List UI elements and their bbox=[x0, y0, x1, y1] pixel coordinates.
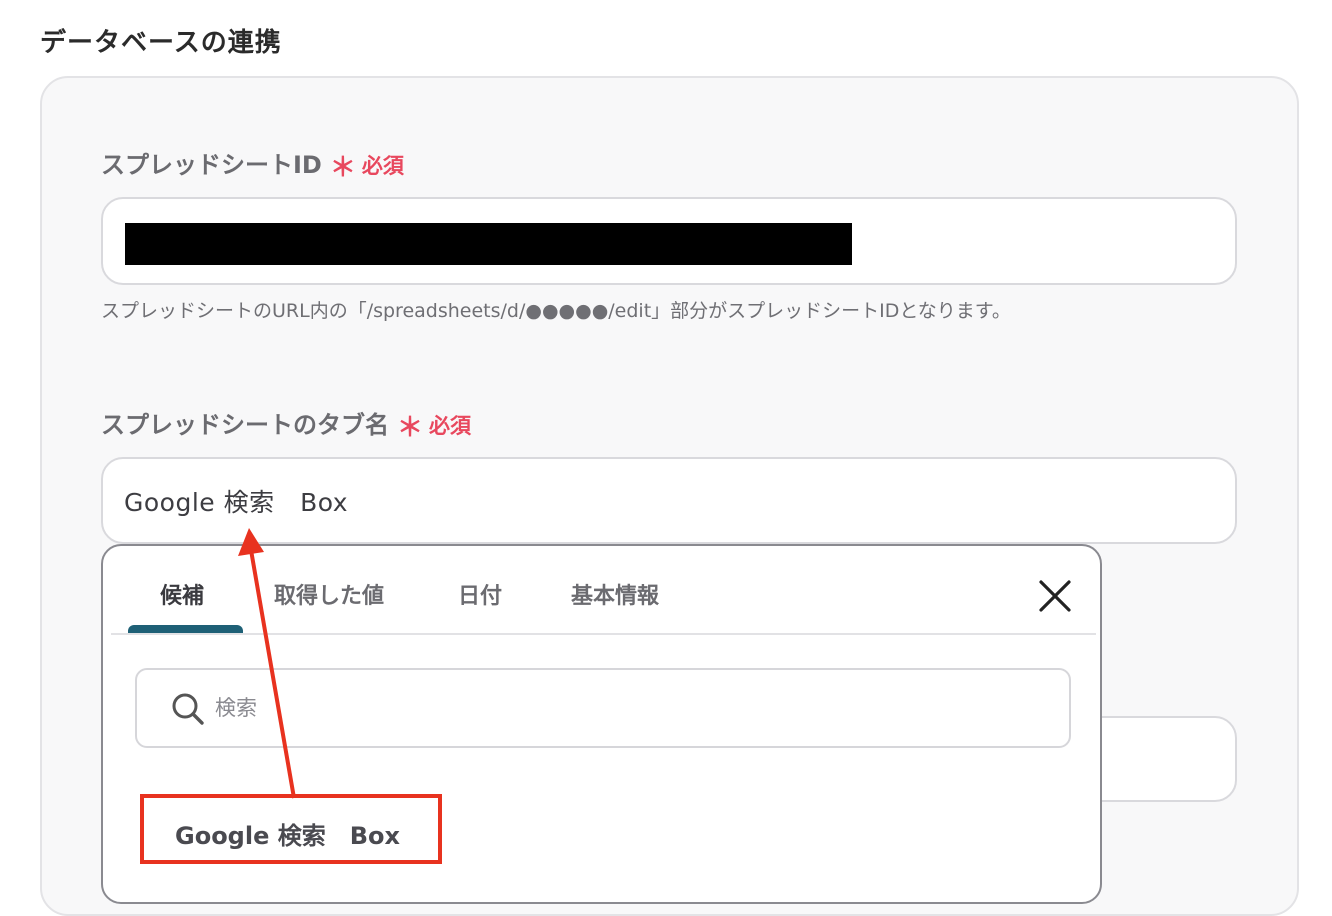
spreadsheet-id-label-text: スプレッドシートID bbox=[101, 151, 322, 179]
required-star-icon: ＊ bbox=[397, 413, 424, 443]
tab-divider bbox=[111, 633, 1096, 635]
tab-date[interactable]: 日付 bbox=[458, 578, 502, 610]
spreadsheet-id-input[interactable] bbox=[101, 197, 1237, 285]
tab-retrieved-values[interactable]: 取得した値 bbox=[274, 578, 384, 610]
tab-candidates[interactable]: 候補 bbox=[160, 578, 204, 610]
spreadsheet-id-help-text: スプレッドシートのURL内の「/spreadsheets/d/●●●●●/edi… bbox=[101, 300, 1011, 322]
tab-name-input[interactable]: Google 検索 Box bbox=[101, 457, 1237, 544]
value-picker-popover: 候補 取得した値 日付 基本情報 Google 検索 Box bbox=[101, 544, 1102, 904]
redacted-value bbox=[125, 223, 852, 265]
search-box[interactable] bbox=[135, 668, 1071, 748]
required-badge: 必須 bbox=[429, 414, 472, 438]
tab-name-label: スプレッドシートのタブ名 ＊必須 bbox=[101, 405, 471, 444]
tab-name-value: Google 検索 Box bbox=[124, 488, 349, 517]
close-icon bbox=[1039, 580, 1071, 612]
tab-name-label-text: スプレッドシートのタブ名 bbox=[101, 411, 389, 439]
required-badge: 必須 bbox=[361, 154, 404, 178]
search-input[interactable] bbox=[213, 686, 1033, 730]
section-title: データベースの連携 bbox=[40, 28, 282, 58]
required-star-icon: ＊ bbox=[329, 153, 356, 183]
search-icon bbox=[172, 693, 204, 725]
suggestion-item[interactable]: Google 検索 Box bbox=[175, 816, 400, 851]
close-button[interactable] bbox=[1033, 574, 1077, 618]
tab-basic-info[interactable]: 基本情報 bbox=[571, 578, 659, 610]
next-field-input[interactable] bbox=[1080, 716, 1237, 802]
spreadsheet-id-label: スプレッドシートID ＊必須 bbox=[101, 145, 404, 184]
